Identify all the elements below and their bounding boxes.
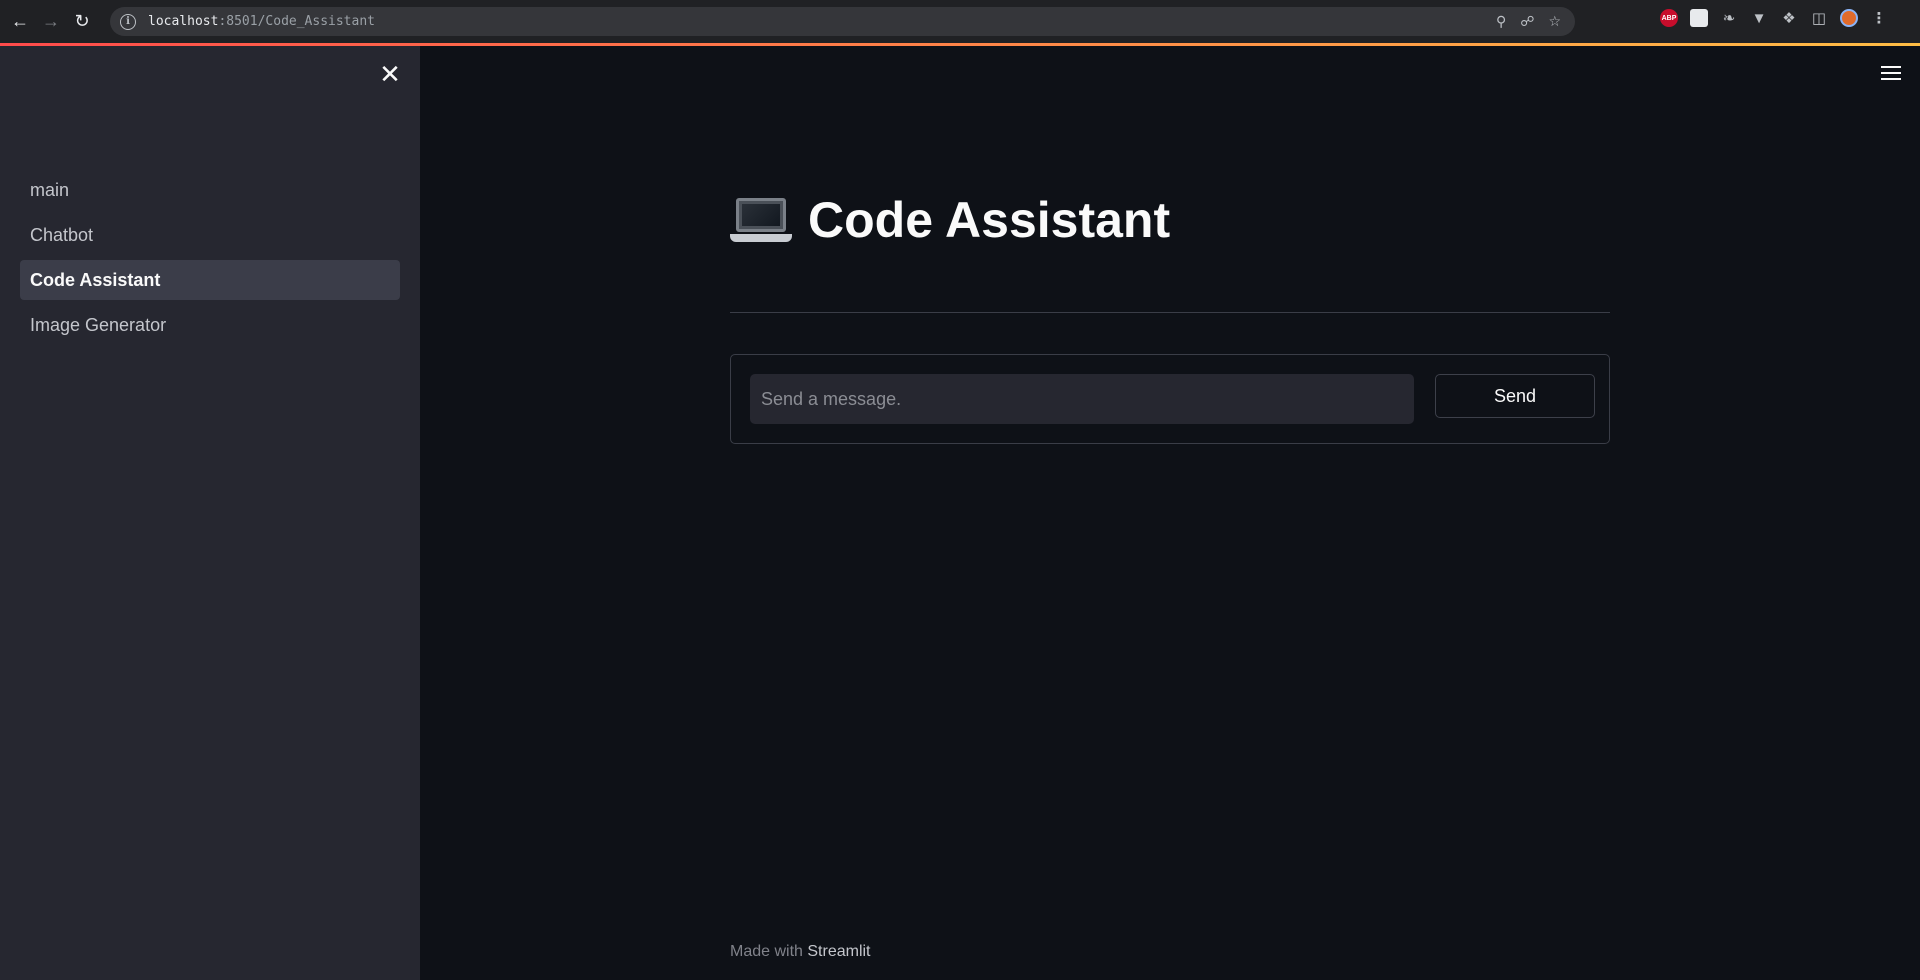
page-title: Code Assistant: [730, 191, 1170, 249]
hamburger-menu-icon[interactable]: [1881, 66, 1901, 82]
browser-menu-icon[interactable]: ⋮: [1870, 9, 1888, 27]
extensions-puzzle-icon[interactable]: ❖: [1780, 9, 1798, 27]
adblock-icon[interactable]: ABP: [1660, 9, 1678, 27]
side-panel-icon[interactable]: ◫: [1810, 9, 1828, 27]
streamlit-link[interactable]: Streamlit: [807, 943, 870, 960]
sidebar-item-image-generator[interactable]: Image Generator: [20, 305, 400, 345]
main-content: Code Assistant Send Made with Streamlit: [420, 46, 1920, 980]
sidebar: ✕ main Chatbot Code Assistant Image Gene…: [0, 46, 420, 980]
divider: [730, 312, 1610, 313]
address-bar[interactable]: i localhost:8501/Code_Assistant ⚲ ☍ ☆: [110, 7, 1575, 36]
sidebar-item-code-assistant[interactable]: Code Assistant: [20, 260, 400, 300]
qr-code-icon[interactable]: [1690, 9, 1708, 27]
close-icon[interactable]: ✕: [378, 61, 402, 87]
page-title-text: Code Assistant: [808, 192, 1171, 248]
extension-v-icon[interactable]: ▼: [1750, 9, 1768, 27]
url-text: localhost:8501/Code_Assistant: [148, 14, 375, 29]
sidebar-item-main[interactable]: main: [20, 170, 400, 210]
bookmark-star-icon[interactable]: ☆: [1548, 13, 1561, 30]
footer-prefix: Made with: [730, 943, 803, 960]
laptop-icon: [730, 196, 792, 244]
back-icon[interactable]: ←: [9, 11, 31, 33]
profile-avatar[interactable]: [1840, 9, 1858, 27]
message-input[interactable]: [750, 374, 1414, 424]
site-info-icon[interactable]: i: [120, 13, 136, 30]
reload-icon[interactable]: ↻: [71, 11, 93, 33]
send-button[interactable]: Send: [1435, 374, 1595, 418]
extension-bird-icon[interactable]: ❧: [1720, 9, 1738, 27]
sidebar-nav: main Chatbot Code Assistant Image Genera…: [20, 170, 400, 350]
browser-toolbar: ← → ↻ i localhost:8501/Code_Assistant ⚲ …: [0, 0, 1920, 43]
share-icon[interactable]: ☍: [1520, 13, 1534, 30]
url-host: localhost: [148, 14, 219, 29]
zoom-icon[interactable]: ⚲: [1496, 13, 1506, 30]
footer: Made with Streamlit: [730, 943, 871, 961]
forward-icon[interactable]: →: [40, 11, 62, 33]
sidebar-item-chatbot[interactable]: Chatbot: [20, 215, 400, 255]
url-path: :8501/Code_Assistant: [218, 14, 375, 29]
message-form: Send: [730, 354, 1610, 444]
